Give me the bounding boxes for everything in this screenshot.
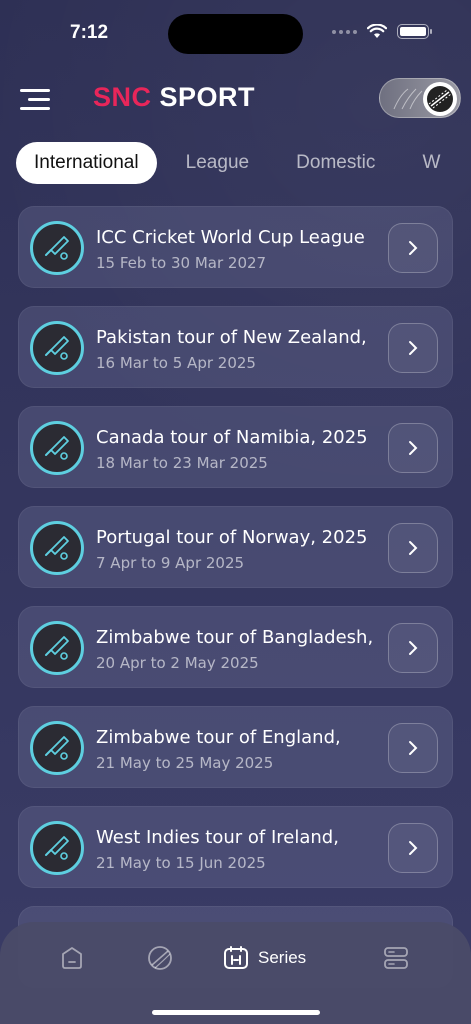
series-title: Pakistan tour of New Zealand, [96,327,367,348]
tab-international[interactable]: International [16,142,157,184]
theme-toggle[interactable] [379,78,461,118]
bottom-nav: Series [0,922,471,1024]
open-series-button[interactable] [388,423,438,473]
series-dates: 18 Mar to 23 Mar 2025 [96,454,268,472]
list-stack-icon [384,947,408,969]
nav-series-label: Series [258,948,307,967]
status-icons [332,24,432,39]
chevron-right-icon [409,241,418,255]
open-series-button[interactable] [388,323,438,373]
series-dates: 7 Apr to 9 Apr 2025 [96,554,245,572]
battery-icon [397,24,432,39]
series-card[interactable]: ICC Cricket World Cup League 15 Feb to 3… [18,206,453,288]
series-title: Zimbabwe tour of England, [96,727,341,748]
series-dates: 21 May to 25 May 2025 [96,754,274,772]
series-dates: 15 Feb to 30 Mar 2027 [96,254,267,272]
series-title: Zimbabwe tour of Bangladesh, [96,627,374,648]
chevron-right-icon [409,441,418,455]
series-card[interactable]: Pakistan tour of New Zealand, 16 Mar to … [18,306,453,388]
series-list: ICC Cricket World Cup League 15 Feb to 3… [18,206,453,1006]
series-card[interactable]: Zimbabwe tour of Bangladesh, 20 Apr to 2… [18,606,453,688]
cricket-ball-icon [427,86,453,112]
app-header: SNC SPORT [0,78,471,122]
series-card[interactable]: West Indies tour of Ireland, 21 May to 1… [18,806,453,888]
home-indicator [152,1010,320,1015]
series-title: Canada tour of Namibia, 2025 [96,427,368,448]
series-dates: 20 Apr to 2 May 2025 [96,654,259,672]
menu-button[interactable] [20,86,54,114]
nav-matches[interactable] [146,942,174,974]
series-icon [224,946,248,969]
chevron-right-icon [409,341,418,355]
cricket-bat-icon [30,221,84,275]
logo-snc: SNC [93,82,152,112]
cricket-bat-icon [30,321,84,375]
tab-league[interactable]: League [168,142,267,184]
nav-series[interactable]: Series [222,942,306,974]
nav-more[interactable] [382,942,410,974]
series-title: ICC Cricket World Cup League [96,227,365,248]
cricket-bat-icon [30,521,84,575]
series-dates: 21 May to 15 Jun 2025 [96,854,266,872]
status-bar: 7:12 [0,0,471,64]
chevron-right-icon [409,541,418,555]
open-series-button[interactable] [388,723,438,773]
open-series-button[interactable] [388,623,438,673]
series-card[interactable]: Canada tour of Namibia, 2025 18 Mar to 2… [18,406,453,488]
tab-domestic[interactable]: Domestic [278,142,393,184]
chevron-right-icon [409,841,418,855]
app-logo: SNC SPORT [93,82,255,113]
cricket-bat-icon [30,421,84,475]
logo-sport: SPORT [159,82,256,112]
chevron-right-icon [409,741,418,755]
dynamic-island [168,14,303,54]
cricket-bat-icon [30,721,84,775]
series-card[interactable]: Portugal tour of Norway, 2025 7 Apr to 9… [18,506,453,588]
pitch-lines-icon [393,88,423,110]
series-card[interactable]: Zimbabwe tour of England, 21 May to 25 M… [18,706,453,788]
wifi-icon [367,24,387,38]
ball-icon [148,946,172,970]
cellular-signal-icon [332,29,357,34]
home-icon [62,947,82,969]
open-series-button[interactable] [388,823,438,873]
open-series-button[interactable] [388,523,438,573]
cricket-bat-icon [30,821,84,875]
chevron-right-icon [409,641,418,655]
series-dates: 16 Mar to 5 Apr 2025 [96,354,256,372]
nav-home[interactable] [58,942,86,974]
category-tabs: International League Domestic W [16,142,471,186]
series-title: Portugal tour of Norway, 2025 [96,527,368,548]
open-series-button[interactable] [388,223,438,273]
toggle-knob [423,82,457,116]
cricket-bat-icon [30,621,84,675]
series-title: West Indies tour of Ireland, [96,827,339,848]
status-time: 7:12 [70,22,109,43]
tab-women[interactable]: W [404,142,458,184]
